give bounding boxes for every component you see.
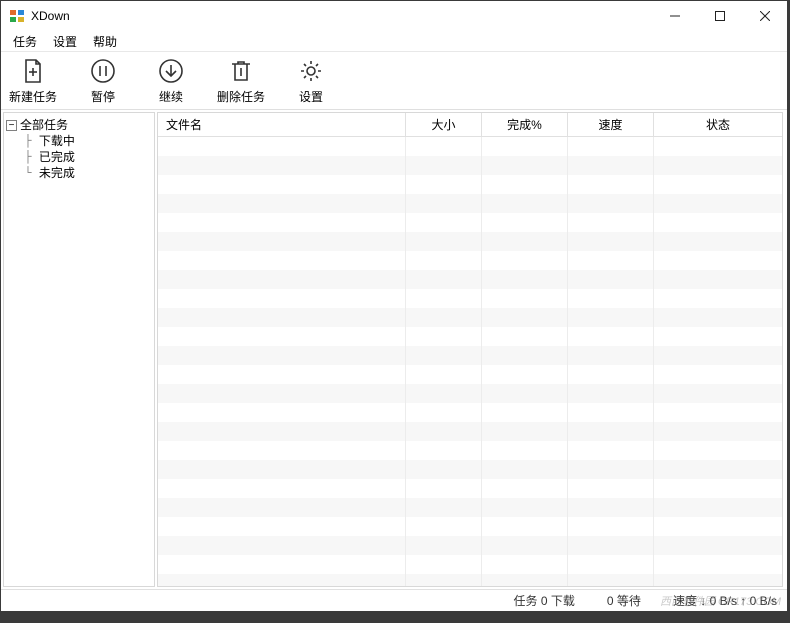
table-body <box>158 137 782 586</box>
table-panel: 文件名 大小 完成% 速度 状态 <box>157 112 783 587</box>
table-row <box>158 308 782 327</box>
table-row <box>158 251 782 270</box>
delete-task-button[interactable]: 删除任务 <box>217 56 265 105</box>
delete-task-label: 删除任务 <box>217 88 265 105</box>
statusbar: 任务 0 下载 0 等待 速度 ↓ 0 B/s ↑ 0 B/s 西西软件园 CR… <box>1 589 787 611</box>
new-task-label: 新建任务 <box>9 88 57 105</box>
column-status[interactable]: 状态 <box>654 113 782 137</box>
resume-label: 继续 <box>159 88 183 105</box>
settings-button[interactable]: 设置 <box>289 56 333 105</box>
toolbar: 新建任务 暂停 继续 <box>1 52 787 110</box>
table-row <box>158 403 782 422</box>
tree-item-unfinished[interactable]: └ 未完成 <box>6 165 152 181</box>
tree-item-downloading[interactable]: ├ 下载中 <box>6 133 152 149</box>
menubar: 任务 设置 帮助 <box>1 31 787 51</box>
close-button[interactable] <box>742 1 787 31</box>
tree-root-row[interactable]: − 全部任务 <box>6 117 152 133</box>
table-header: 文件名 大小 完成% 速度 状态 <box>158 113 782 137</box>
status-waiting: 0 等待 <box>587 578 641 623</box>
titlebar: XDown <box>1 1 787 31</box>
table-row <box>158 441 782 460</box>
table-row <box>158 384 782 403</box>
tree-item-label: 未完成 <box>39 165 75 181</box>
column-filename[interactable]: 文件名 <box>158 113 406 137</box>
table-row <box>158 346 782 365</box>
tree-collapse-icon[interactable]: − <box>6 120 17 131</box>
maximize-button[interactable] <box>697 1 742 31</box>
pause-label: 暂停 <box>91 88 115 105</box>
table-row <box>158 536 782 555</box>
gear-icon <box>296 56 326 86</box>
app-window: XDown 任务 设置 帮助 <box>0 0 788 612</box>
settings-label: 设置 <box>299 88 323 105</box>
pause-button[interactable]: 暂停 <box>81 56 125 105</box>
download-arrow-icon <box>156 56 186 86</box>
window-controls <box>652 1 787 31</box>
tree-branch-icon: ├ <box>10 149 39 165</box>
table-row <box>158 422 782 441</box>
minimize-button[interactable] <box>652 1 697 31</box>
app-icon <box>9 8 25 24</box>
column-size[interactable]: 大小 <box>406 113 482 137</box>
pause-icon <box>88 56 118 86</box>
table-row <box>158 232 782 251</box>
tree-panel: − 全部任务 ├ 下载中 ├ 已完成 └ 未完成 <box>3 112 155 587</box>
table-row <box>158 517 782 536</box>
status-speed: 速度 ↓ 0 B/s ↑ 0 B/s <box>653 578 777 623</box>
tree-item-label: 已完成 <box>39 149 75 165</box>
menu-help[interactable]: 帮助 <box>85 31 125 52</box>
tree-root-label: 全部任务 <box>20 117 68 133</box>
table-row <box>158 289 782 308</box>
menu-settings[interactable]: 设置 <box>45 31 85 52</box>
tree-branch-icon: └ <box>10 165 39 181</box>
table-row <box>158 460 782 479</box>
resume-button[interactable]: 继续 <box>149 56 193 105</box>
trash-icon <box>226 56 256 86</box>
app-title: XDown <box>31 9 70 23</box>
tree-item-label: 下载中 <box>39 133 75 149</box>
table-row <box>158 555 782 574</box>
table-row <box>158 270 782 289</box>
column-complete[interactable]: 完成% <box>482 113 568 137</box>
column-speed[interactable]: 速度 <box>568 113 654 137</box>
table-row <box>158 498 782 517</box>
table-row <box>158 479 782 498</box>
file-plus-icon <box>18 56 48 86</box>
tree-item-completed[interactable]: ├ 已完成 <box>6 149 152 165</box>
table-row <box>158 194 782 213</box>
table-row <box>158 213 782 232</box>
body-split: − 全部任务 ├ 下载中 ├ 已完成 └ 未完成 文件名 大小 完成% <box>1 110 787 589</box>
table-row <box>158 327 782 346</box>
new-task-button[interactable]: 新建任务 <box>9 56 57 105</box>
tree-branch-icon: ├ <box>10 133 39 149</box>
menu-tasks[interactable]: 任务 <box>5 31 45 52</box>
table-row <box>158 175 782 194</box>
table-row <box>158 156 782 175</box>
table-row <box>158 365 782 384</box>
table-row <box>158 137 782 156</box>
status-tasks: 任务 0 下载 <box>493 578 574 623</box>
